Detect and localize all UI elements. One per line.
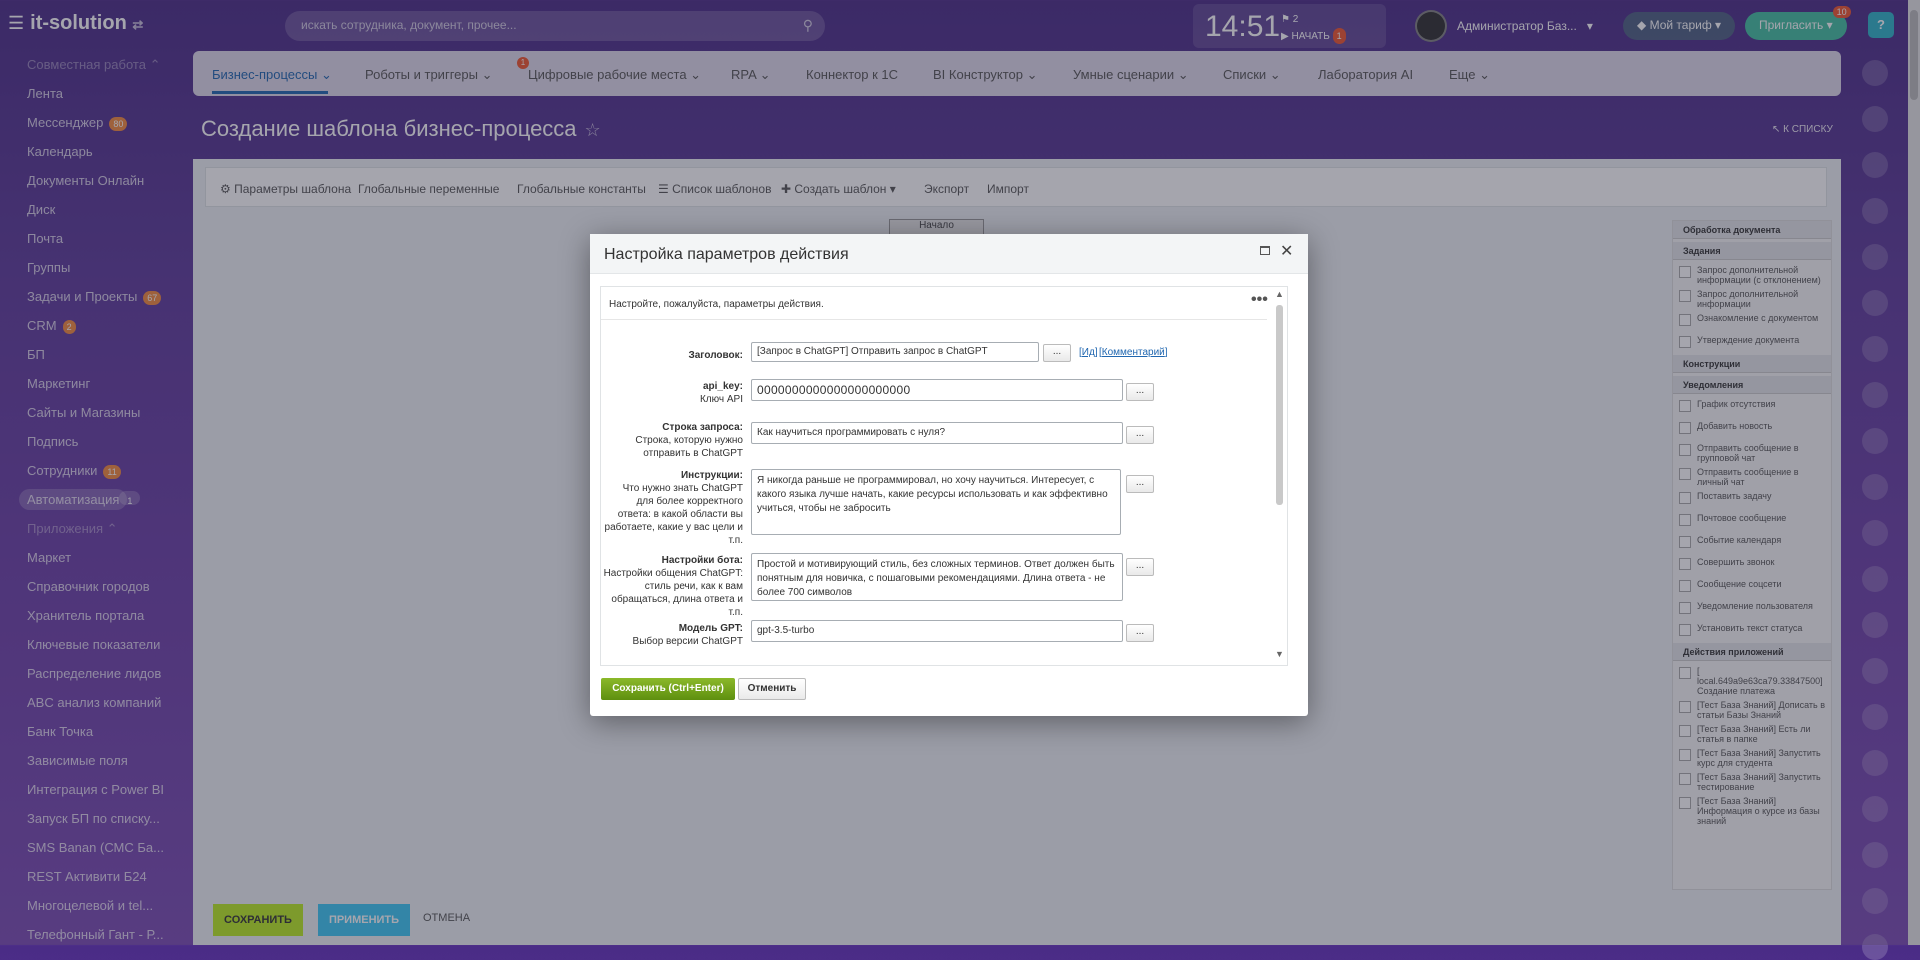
api-key-dots-button[interactable]: ... [1126, 383, 1154, 401]
divider [601, 319, 1267, 320]
id-link[interactable]: [Ид] [1079, 347, 1098, 358]
bot-settings-label: Настройки бота: Настройки общения ChatGPT… [603, 555, 743, 618]
instructions-label: Инструкции: Что нужно знать ChatGPT для б… [604, 470, 743, 546]
scroll-up-icon[interactable]: ▲ [1275, 289, 1284, 299]
model-dots-button[interactable]: ... [1126, 624, 1154, 642]
api-key-label: api_key: Ключ API [699, 381, 743, 405]
more-icon[interactable]: ••• [1251, 291, 1268, 309]
scroll-down-icon[interactable]: ▼ [1275, 649, 1284, 659]
model-label: Модель GPT: Выбор версии ChatGPT [632, 623, 743, 647]
api-key-field[interactable]: 0000000000000000000000 [751, 379, 1123, 401]
scroll-thumb[interactable] [1276, 305, 1283, 505]
save-button[interactable]: Сохранить (Ctrl+Enter) [601, 678, 735, 700]
title-field[interactable]: [Запрос в ChatGPT] Отправить запрос в Ch… [751, 342, 1039, 362]
close-icon[interactable]: ✕ [1280, 241, 1293, 261]
cancel-button[interactable]: Отменить [738, 678, 806, 700]
dialog-title: Настройка параметров действия [604, 246, 849, 263]
maximize-icon[interactable] [1260, 246, 1270, 255]
bot-settings-dots-button[interactable]: ... [1126, 558, 1154, 576]
dialog-body: Настройте, пожалуйста, параметры действи… [600, 286, 1288, 666]
action-settings-dialog: Настройка параметров действия ✕ Настройт… [590, 234, 1308, 716]
dialog-scrollbar[interactable]: ▲ ▼ [1273, 287, 1287, 665]
title-label: Заголовок: [688, 350, 743, 361]
instructions-dots-button[interactable]: ... [1126, 475, 1154, 493]
comment-link[interactable]: [Комментарий] [1099, 347, 1168, 358]
title-dots-button[interactable]: ... [1043, 344, 1071, 362]
query-field[interactable]: Как научиться программировать с нуля? [751, 422, 1123, 444]
dialog-hint: Настройте, пожалуйста, параметры действи… [609, 299, 824, 310]
query-dots-button[interactable]: ... [1126, 426, 1154, 444]
dialog-footer: Сохранить (Ctrl+Enter) Отменить [590, 674, 1308, 716]
bot-settings-field[interactable]: Простой и мотивирующий стиль, без сложны… [751, 553, 1123, 601]
dialog-header: Настройка параметров действия ✕ [590, 234, 1308, 274]
model-field[interactable]: gpt-3.5-turbo [751, 620, 1123, 642]
query-label: Строка запроса: Строка, которую нужно отп… [635, 422, 743, 459]
instructions-field[interactable]: Я никогда раньше не программировал, но х… [751, 469, 1121, 535]
